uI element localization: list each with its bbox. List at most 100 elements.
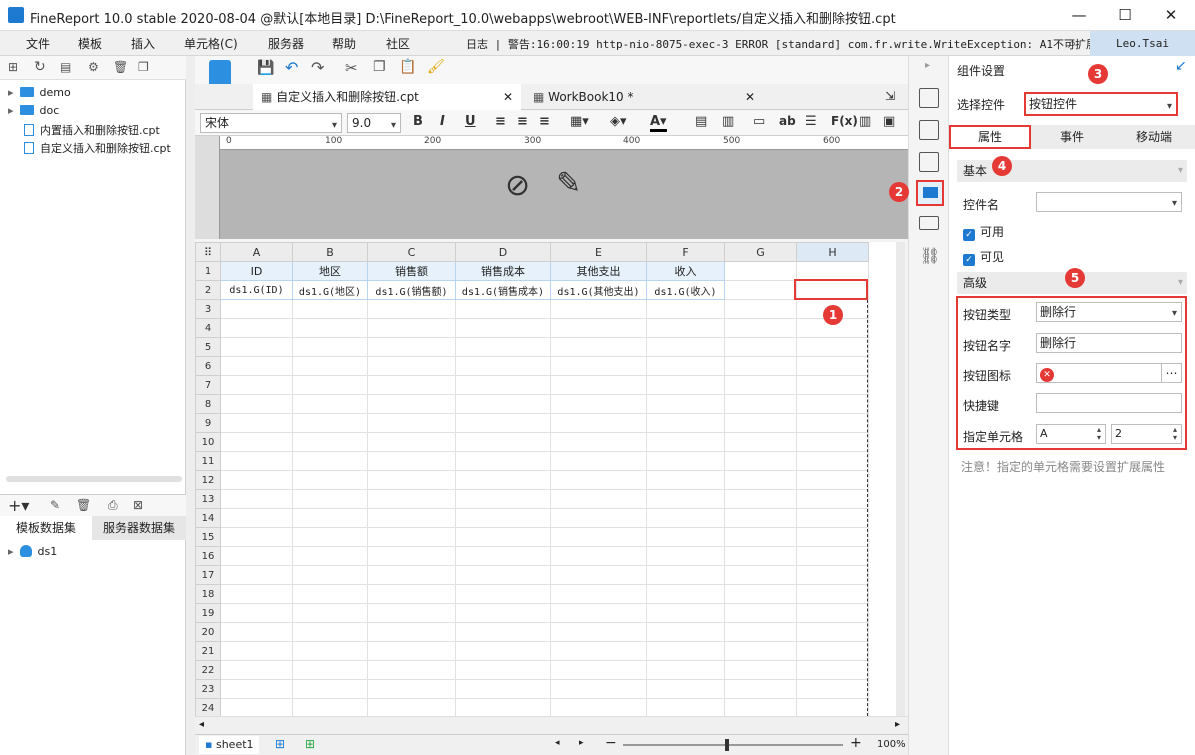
grid-cell[interactable] <box>220 432 293 452</box>
widget-settings-tab[interactable] <box>916 180 944 206</box>
visible-checkbox[interactable]: ✓ 可见 <box>963 248 1004 266</box>
zoom-slider-thumb[interactable] <box>725 739 729 751</box>
grid-cell[interactable] <box>550 641 647 661</box>
grid-cell[interactable] <box>292 698 368 718</box>
grid-cell[interactable] <box>796 413 869 433</box>
row-header[interactable]: 9 <box>195 413 221 433</box>
grid-cell[interactable] <box>455 546 551 566</box>
grid-cell[interactable] <box>455 394 551 414</box>
grid-cell[interactable] <box>550 489 647 509</box>
refresh-icon[interactable]: ↻ <box>34 59 46 75</box>
copy-icon[interactable]: ❐ <box>138 60 149 74</box>
grid-cell[interactable] <box>550 603 647 623</box>
chart-icon[interactable]: ▥ <box>859 114 871 129</box>
grid-cell[interactable] <box>292 470 368 490</box>
redo-icon[interactable]: ↷ <box>311 58 324 77</box>
grid-cell[interactable] <box>455 679 551 699</box>
grid-cell[interactable] <box>550 451 647 471</box>
grid-cell[interactable] <box>455 508 551 528</box>
grid-cell[interactable] <box>724 299 797 319</box>
grid-cell[interactable] <box>796 356 869 376</box>
delete-icon[interactable]: 🗑 <box>76 498 91 512</box>
image-icon[interactable]: ▣ <box>883 114 895 129</box>
maximize-button[interactable]: ☐ <box>1102 0 1148 31</box>
close-tab-icon[interactable]: ✕ <box>745 84 755 110</box>
vertical-scrollbar[interactable] <box>896 242 905 726</box>
sheet-tab[interactable]: ▪ sheet1 <box>199 736 259 754</box>
grid-cell[interactable] <box>646 622 725 642</box>
row-header[interactable]: 2 <box>195 280 221 300</box>
row-header[interactable]: 11 <box>195 451 221 471</box>
paragraph-icon[interactable]: ☰ <box>805 114 817 129</box>
grid-cell[interactable] <box>292 508 368 528</box>
grid-cell[interactable] <box>646 318 725 338</box>
edit-pencil-icon[interactable]: ✎ <box>556 166 581 201</box>
row-header[interactable]: 8 <box>195 394 221 414</box>
grid-cell[interactable] <box>796 432 869 452</box>
column-header[interactable]: F <box>646 242 725 262</box>
row-header[interactable]: 17 <box>195 565 221 585</box>
grid-cell[interactable] <box>292 299 368 319</box>
grid-cell[interactable] <box>455 470 551 490</box>
grid-cell[interactable] <box>550 470 647 490</box>
grid-cell[interactable] <box>796 603 869 623</box>
grid-cell[interactable] <box>367 337 456 357</box>
grid-cell[interactable] <box>367 356 456 376</box>
grid-cell[interactable] <box>292 527 368 547</box>
splitter[interactable] <box>186 56 195 755</box>
grid-cell[interactable] <box>646 527 725 547</box>
log-message[interactable]: 日志 | 警告:16:00:19 http-nio-8075-exec-3 ER… <box>466 36 1097 52</box>
edit-icon[interactable]: ✎ <box>50 498 60 512</box>
grid-cell[interactable] <box>455 413 551 433</box>
grid-cell[interactable] <box>796 641 869 661</box>
header-cell[interactable] <box>796 261 869 281</box>
dataset-ds1[interactable]: ▸ ds1 <box>8 545 57 558</box>
tab-events[interactable]: 事件 <box>1031 125 1113 149</box>
grid-cell[interactable] <box>367 584 456 604</box>
grid-cell[interactable] <box>220 660 293 680</box>
button-type-select[interactable]: 删除行 ▾ <box>1036 302 1182 322</box>
grid-cell[interactable] <box>646 698 725 718</box>
grid-cell[interactable] <box>220 641 293 661</box>
grid-cell[interactable] <box>220 356 293 376</box>
column-header[interactable]: B <box>292 242 368 262</box>
grid-cell[interactable] <box>796 565 869 585</box>
expand-arrow-icon[interactable]: ▸ <box>8 545 14 558</box>
grid-cell[interactable] <box>646 565 725 585</box>
grid-cell[interactable] <box>724 527 797 547</box>
bold-icon[interactable]: B <box>413 114 423 129</box>
grid-cell[interactable] <box>646 394 725 414</box>
grid-cell[interactable] <box>646 641 725 661</box>
grid-cell[interactable] <box>367 622 456 642</box>
grid-cell[interactable] <box>796 394 869 414</box>
row-header[interactable]: 4 <box>195 318 221 338</box>
cell-element-icon[interactable] <box>919 88 939 108</box>
grid-cell[interactable] <box>646 489 725 509</box>
grid-cell[interactable] <box>796 527 869 547</box>
grid-cell[interactable] <box>550 698 647 718</box>
grid-cell[interactable] <box>724 660 797 680</box>
row-header[interactable]: 10 <box>195 432 221 452</box>
zoom-out-icon[interactable]: − <box>605 735 617 751</box>
row-header[interactable]: 19 <box>195 603 221 623</box>
tab-server-dataset[interactable]: 服务器数据集 <box>92 516 186 540</box>
grid-cell[interactable] <box>367 413 456 433</box>
header-cell[interactable]: ID <box>220 261 293 281</box>
collapse-arrow-icon[interactable]: ▸ <box>925 60 930 71</box>
row-header[interactable]: 5 <box>195 337 221 357</box>
button-icon-field[interactable]: ✕ <box>1036 363 1162 383</box>
grid-cell[interactable] <box>292 641 368 661</box>
grid-cell[interactable] <box>796 337 869 357</box>
format-brush-icon[interactable]: 🖌 <box>427 59 445 75</box>
grid-cell[interactable] <box>796 584 869 604</box>
grid-cell[interactable] <box>455 318 551 338</box>
grid-cell[interactable] <box>724 603 797 623</box>
grid-cell[interactable] <box>646 356 725 376</box>
formula-icon[interactable]: F(x) <box>831 114 858 128</box>
grid-cell[interactable] <box>646 375 725 395</box>
grid-cell[interactable] <box>367 489 456 509</box>
tab-mobile[interactable]: 移动端 <box>1113 125 1195 149</box>
condition-attribute-icon[interactable] <box>919 216 939 230</box>
grid-cell[interactable] <box>550 660 647 680</box>
zoom-slider[interactable] <box>623 744 843 746</box>
